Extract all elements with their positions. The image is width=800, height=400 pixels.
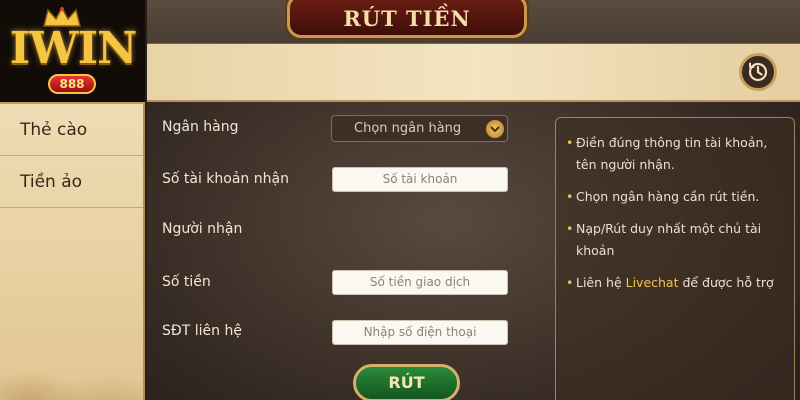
note-text: để được hỗ trợ (678, 275, 774, 290)
phone-label: SĐT liên hệ (162, 323, 242, 339)
logo-badge: 888 (48, 74, 96, 94)
note-text: Liên hệ (576, 275, 626, 290)
note-item: Liên hệ Livechat để được hỗ trợ (566, 272, 786, 294)
recipient-label: Người nhận (162, 221, 243, 237)
history-button[interactable] (739, 53, 777, 91)
amount-label: Số tiền (162, 274, 211, 290)
bank-label: Ngân hàng (162, 119, 239, 135)
clock-history-icon (748, 62, 768, 82)
withdraw-button[interactable]: RÚT (353, 364, 460, 400)
bank-select[interactable]: Chọn ngân hàng (331, 115, 508, 142)
sidebar-item-crypto[interactable]: Tiền ảo (0, 156, 143, 208)
title-banner: RÚT TIỀN (287, 0, 527, 38)
account-number-input[interactable]: Số tài khoản (332, 167, 508, 192)
note-item: Chọn ngân hàng cần rút tiền. (566, 186, 786, 208)
sidebar-item-label: Tiền ảo (20, 171, 83, 192)
header-bar (147, 44, 800, 102)
sidebar-item-scratch-card[interactable]: Thẻ cào (0, 104, 143, 156)
phone-input[interactable]: Nhập số điện thoại (332, 320, 508, 345)
logo-wordmark: IWIN (9, 23, 138, 74)
chevron-down-icon (486, 120, 504, 138)
sidebar-item-label: Thẻ cào (20, 119, 88, 140)
bank-select-value: Chọn ngân hàng (354, 121, 462, 136)
account-label: Số tài khoản nhận (162, 171, 289, 187)
brand-logo: IWIN 888 (0, 0, 145, 104)
page-title: RÚT TIỀN (343, 6, 471, 31)
withdraw-screen: IWIN 888 Thẻ cào Tiền ảo RÚT TIỀN Ngân h… (0, 0, 800, 400)
livechat-link[interactable]: Livechat (626, 275, 679, 290)
note-item: Điền đúng thông tin tài khoản, tên người… (566, 132, 786, 176)
instructions-panel: Điền đúng thông tin tài khoản, tên người… (555, 117, 795, 400)
note-item: Nạp/Rút duy nhất một chủ tài khoản (566, 218, 786, 262)
amount-input[interactable]: Số tiền giao dịch (332, 270, 508, 295)
